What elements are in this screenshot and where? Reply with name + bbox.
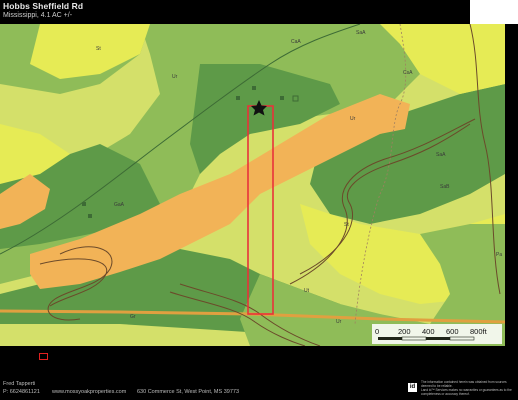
soil-label: SaA [436,152,446,158]
soil-label: SaB [440,184,450,190]
soil-label: Ur [172,74,178,80]
map-title: Hobbs Sheffield Rd [3,1,84,11]
soil-map[interactable]: St Ur CaA SaA CsA Ur SaA GaA St Pa Ut Ur… [0,24,505,346]
header-bar: Hobbs Sheffield Rd Mississippi, 4.1 AC +… [0,0,470,24]
soil-label: Pa [496,252,503,258]
scale-label: 800ft [470,327,487,336]
scale-label: 0 [375,327,380,336]
scale-label: 600 [446,327,459,336]
agent-phone: P: 6624861121 [3,389,40,395]
soil-label: Ur [336,319,342,325]
soil-label: CsA [403,70,413,76]
soil-label: CaA [291,39,301,45]
landid-logo: id [408,383,417,392]
scale-label: 400 [422,327,435,336]
office-address: 630 Commerce St, West Point, MS 39773 [137,389,239,395]
scale-label: 200 [398,327,411,336]
map-subtitle: Mississippi, 4.1 AC +/- [3,12,73,19]
website-link[interactable]: www.mossyoakproperties.com [52,389,126,395]
map-right-margin [505,24,518,346]
agent-name: Fred Tapperti [3,381,36,387]
disclaimer-line: completeness or accuracy thereof. [421,392,470,396]
soil-label: SaA [356,30,366,36]
soil-label: St [96,46,101,52]
soil-label: GaA [114,202,125,208]
parcel-legend-marker [39,353,48,360]
soil-label: St [344,222,349,228]
header-logo-box [470,0,518,24]
soil-label: Ut [304,288,309,294]
soil-label: Gr [130,314,136,320]
soil-label: Ur [350,116,356,122]
soil-map-canvas [0,24,505,346]
